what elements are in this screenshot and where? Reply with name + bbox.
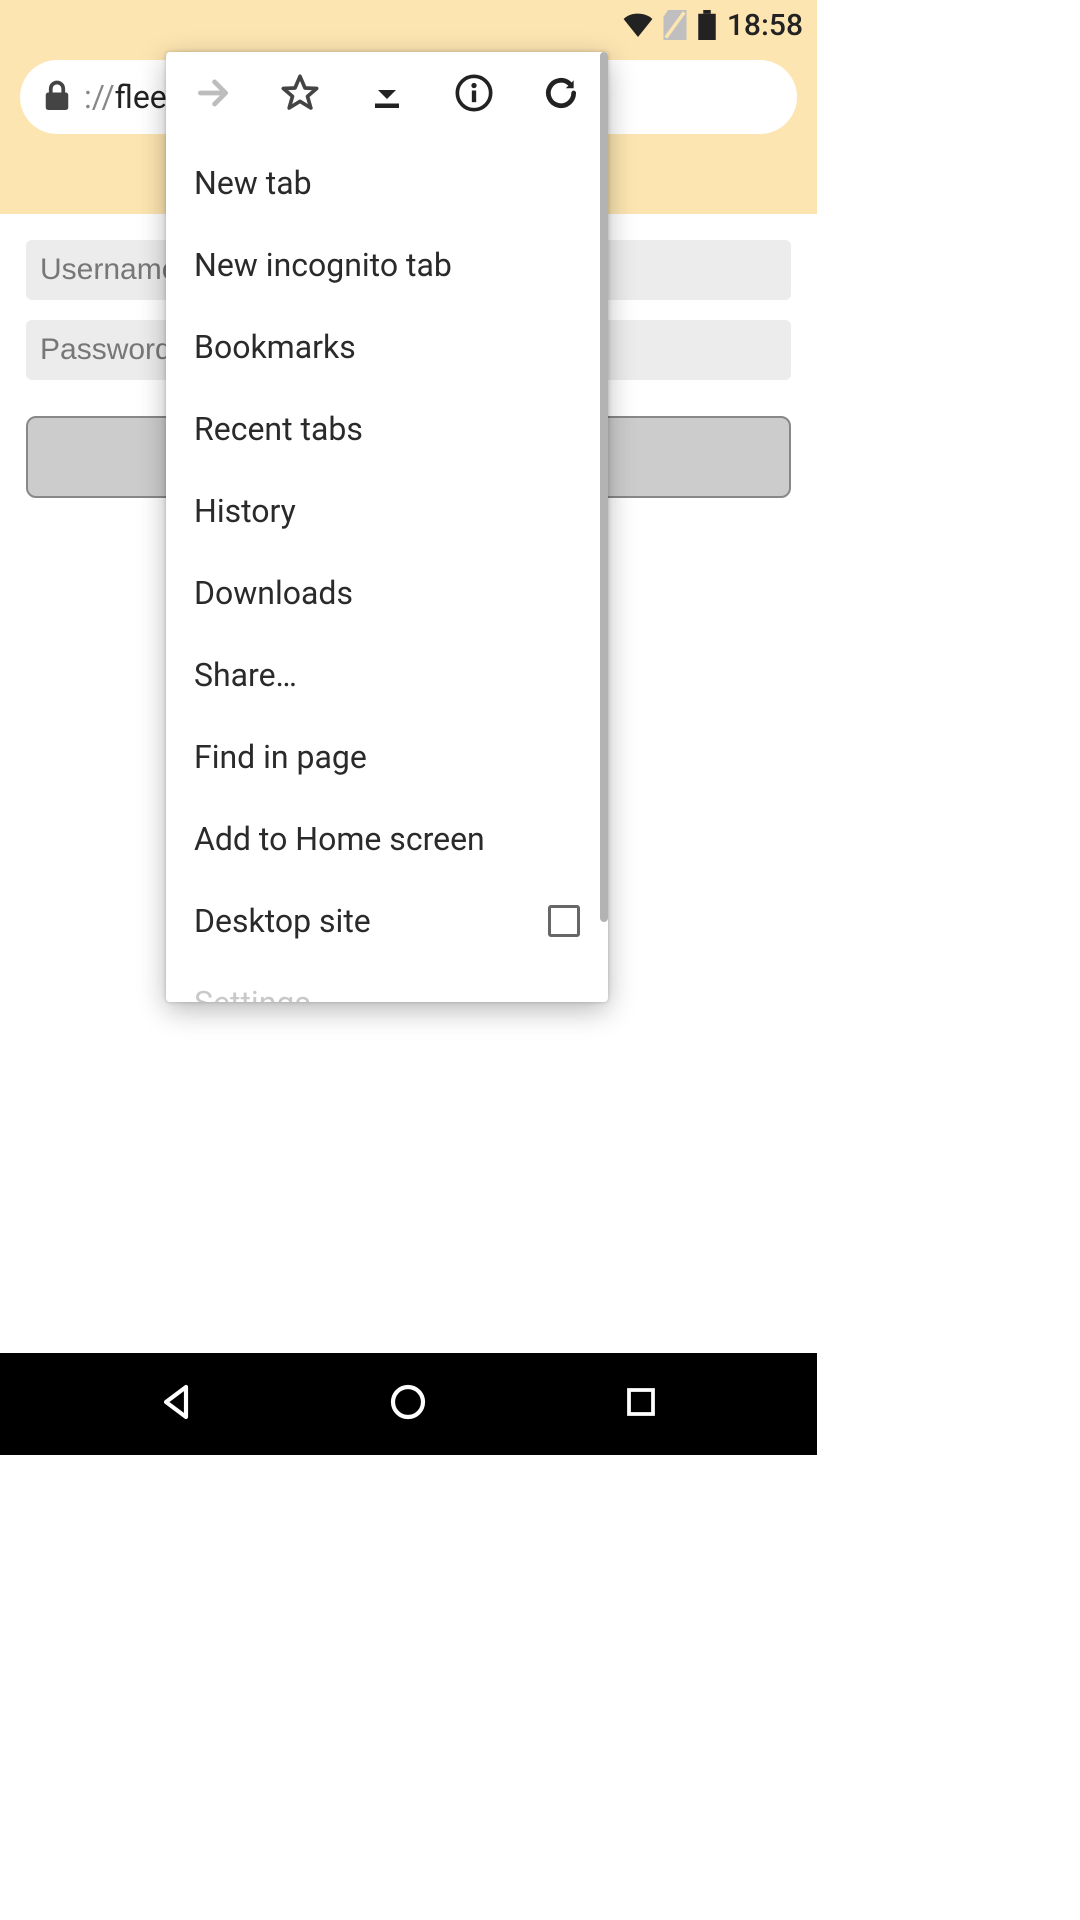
menu-item-label: History xyxy=(194,492,296,530)
menu-item-recent-tabs[interactable]: Recent tabs xyxy=(166,388,608,470)
desktop-site-checkbox[interactable] xyxy=(548,905,580,937)
menu-item-downloads[interactable]: Downloads xyxy=(166,552,608,634)
circle-icon xyxy=(388,1382,428,1426)
menu-scrollbar[interactable] xyxy=(600,52,608,922)
arrow-forward-icon xyxy=(194,74,232,116)
menu-item-settings[interactable]: Settings xyxy=(166,962,608,1002)
battery-icon xyxy=(697,10,717,40)
bookmark-button[interactable] xyxy=(264,59,336,131)
menu-item-label: Add to Home screen xyxy=(194,820,485,858)
menu-item-label: Desktop site xyxy=(194,902,371,940)
menu-item-bookmarks[interactable]: Bookmarks xyxy=(166,306,608,388)
menu-item-label: New incognito tab xyxy=(194,246,452,284)
menu-item-label: New tab xyxy=(194,164,312,202)
menu-item-history[interactable]: History xyxy=(166,470,608,552)
system-nav-bar xyxy=(0,1353,817,1455)
info-icon xyxy=(454,73,494,117)
no-sim-icon xyxy=(663,10,687,40)
info-button[interactable] xyxy=(438,59,510,131)
menu-item-find-in-page[interactable]: Find in page xyxy=(166,716,608,798)
menu-item-add-to-home-screen[interactable]: Add to Home screen xyxy=(166,798,608,880)
star-outline-icon xyxy=(280,73,320,117)
refresh-button[interactable] xyxy=(525,59,597,131)
lock-icon xyxy=(44,80,70,114)
menu-item-desktop-site[interactable]: Desktop site xyxy=(166,880,608,962)
status-bar: 18:58 xyxy=(0,0,817,50)
menu-item-share[interactable]: Share… xyxy=(166,634,608,716)
menu-item-label: Recent tabs xyxy=(194,410,363,448)
menu-icon-row xyxy=(166,52,608,138)
status-time: 18:58 xyxy=(727,8,803,43)
download-icon xyxy=(369,75,405,115)
menu-item-label: Settings xyxy=(194,984,311,1002)
menu-item-list: New tab New incognito tab Bookmarks Rece… xyxy=(166,138,608,1002)
menu-item-new-tab[interactable]: New tab xyxy=(166,142,608,224)
refresh-icon xyxy=(542,74,580,116)
home-button[interactable] xyxy=(378,1374,438,1434)
recents-button[interactable] xyxy=(611,1374,671,1434)
forward-button[interactable] xyxy=(177,59,249,131)
menu-item-new-incognito-tab[interactable]: New incognito tab xyxy=(166,224,608,306)
menu-item-label: Bookmarks xyxy=(194,328,356,366)
square-icon xyxy=(623,1384,659,1424)
download-button[interactable] xyxy=(351,59,423,131)
back-button[interactable] xyxy=(146,1374,206,1434)
menu-item-label: Downloads xyxy=(194,574,353,612)
menu-item-label: Share… xyxy=(194,656,297,694)
menu-item-label: Find in page xyxy=(194,738,367,776)
triangle-back-icon xyxy=(156,1382,196,1426)
wifi-icon xyxy=(623,13,653,37)
overflow-menu: New tab New incognito tab Bookmarks Rece… xyxy=(166,52,608,1002)
